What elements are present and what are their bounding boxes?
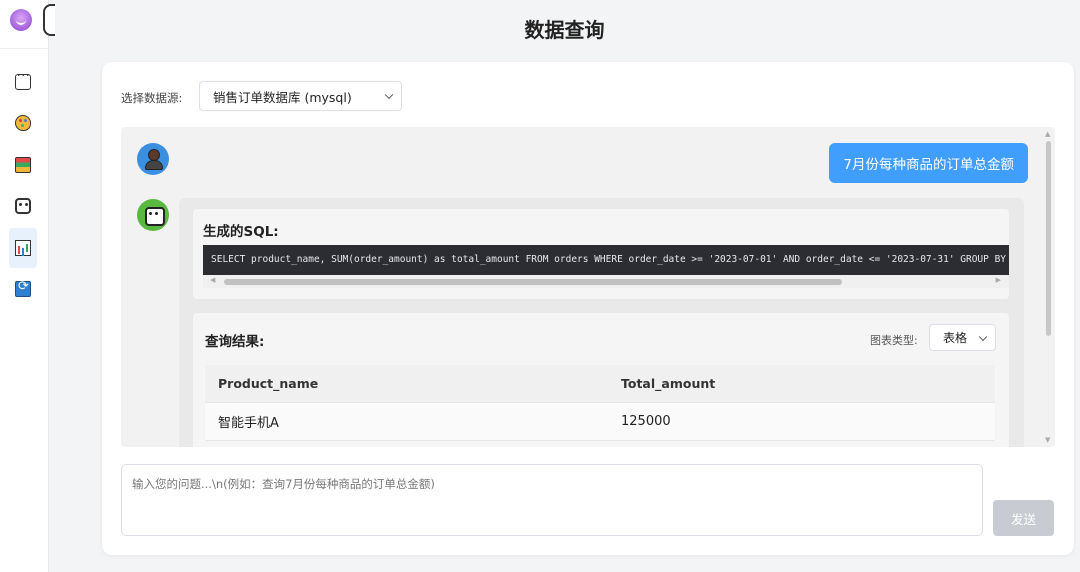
sidebar-item-palette[interactable] bbox=[9, 103, 37, 143]
chat-area[interactable]: 7月份每种商品的订单总金额 生成的SQL: SELECT product_nam… bbox=[121, 127, 1055, 447]
sidebar-item-knowledge[interactable] bbox=[9, 145, 37, 185]
datasource-select[interactable]: 销售订单数据库 (mysql) bbox=[199, 81, 402, 111]
page-title: 数据查询 bbox=[524, 18, 605, 42]
scrollbar-thumb[interactable] bbox=[224, 279, 842, 285]
sidebar-item-sync[interactable] bbox=[9, 269, 37, 309]
chat-icon bbox=[15, 69, 31, 90]
sidebar-divider bbox=[0, 48, 49, 49]
sql-section: 生成的SQL: SELECT product_name, SUM(order_a… bbox=[193, 209, 1009, 299]
logo-icon bbox=[10, 9, 32, 31]
bot-avatar bbox=[137, 199, 169, 231]
sql-title: 生成的SQL: bbox=[203, 224, 279, 240]
table-cell: 125000 bbox=[621, 414, 671, 429]
sidebar-item-agent[interactable] bbox=[9, 186, 37, 226]
sql-horizontal-scrollbar[interactable]: ◀ ▶ bbox=[203, 275, 1009, 288]
result-title: 查询结果: bbox=[205, 334, 265, 350]
chart-type-selected-value: 表格 bbox=[943, 331, 968, 345]
result-section: 查询结果: 图表类型: 表格 Product_name Total_amount… bbox=[193, 313, 1009, 447]
query-card: 选择数据源: 销售订单数据库 (mysql) 7月份每种商品的订单总金额 生成的… bbox=[102, 62, 1074, 555]
column-header: Product_name bbox=[218, 376, 319, 391]
bar-chart-icon bbox=[15, 240, 31, 256]
scrollbar-thumb[interactable] bbox=[1046, 141, 1051, 336]
chart-type-label: 图表类型: bbox=[870, 334, 918, 347]
robot-icon bbox=[15, 198, 31, 214]
chat-vertical-scrollbar[interactable]: ▲ ▼ bbox=[1042, 127, 1055, 447]
sql-code-block[interactable]: SELECT product_name, SUM(order_amount) a… bbox=[203, 245, 1009, 275]
chart-type-select[interactable]: 表格 bbox=[929, 324, 996, 351]
column-header: Total_amount bbox=[621, 376, 716, 391]
question-input[interactable] bbox=[121, 464, 983, 536]
user-avatar bbox=[137, 143, 169, 175]
result-table: Product_name Total_amount 智能手机A 125000 bbox=[205, 365, 995, 441]
sidebar-item-data-query[interactable] bbox=[9, 228, 37, 268]
scroll-right-icon[interactable]: ▶ bbox=[996, 276, 1001, 284]
datasource-label: 选择数据源: bbox=[121, 91, 183, 105]
table-row: 智能手机A 125000 bbox=[205, 403, 995, 441]
palette-icon bbox=[15, 115, 31, 131]
table-cell: 智能手机A bbox=[218, 416, 279, 431]
scroll-up-icon[interactable]: ▲ bbox=[1045, 130, 1050, 138]
user-message-bubble: 7月份每种商品的订单总金额 bbox=[829, 143, 1028, 183]
table-header-row: Product_name Total_amount bbox=[205, 365, 995, 403]
books-icon bbox=[15, 157, 31, 173]
sidebar-item-chat[interactable] bbox=[9, 62, 37, 102]
datasource-selected-value: 销售订单数据库 (mysql) bbox=[213, 89, 352, 105]
scroll-down-icon[interactable]: ▼ bbox=[1045, 436, 1050, 444]
send-button[interactable]: 发送 bbox=[993, 500, 1054, 536]
sync-icon bbox=[15, 279, 31, 297]
sidebar bbox=[0, 0, 55, 572]
scroll-left-icon[interactable]: ◀ bbox=[210, 276, 215, 284]
bot-response: 生成的SQL: SELECT product_name, SUM(order_a… bbox=[179, 198, 1024, 447]
chevron-down-icon bbox=[384, 90, 394, 100]
chevron-down-icon bbox=[978, 332, 988, 341]
